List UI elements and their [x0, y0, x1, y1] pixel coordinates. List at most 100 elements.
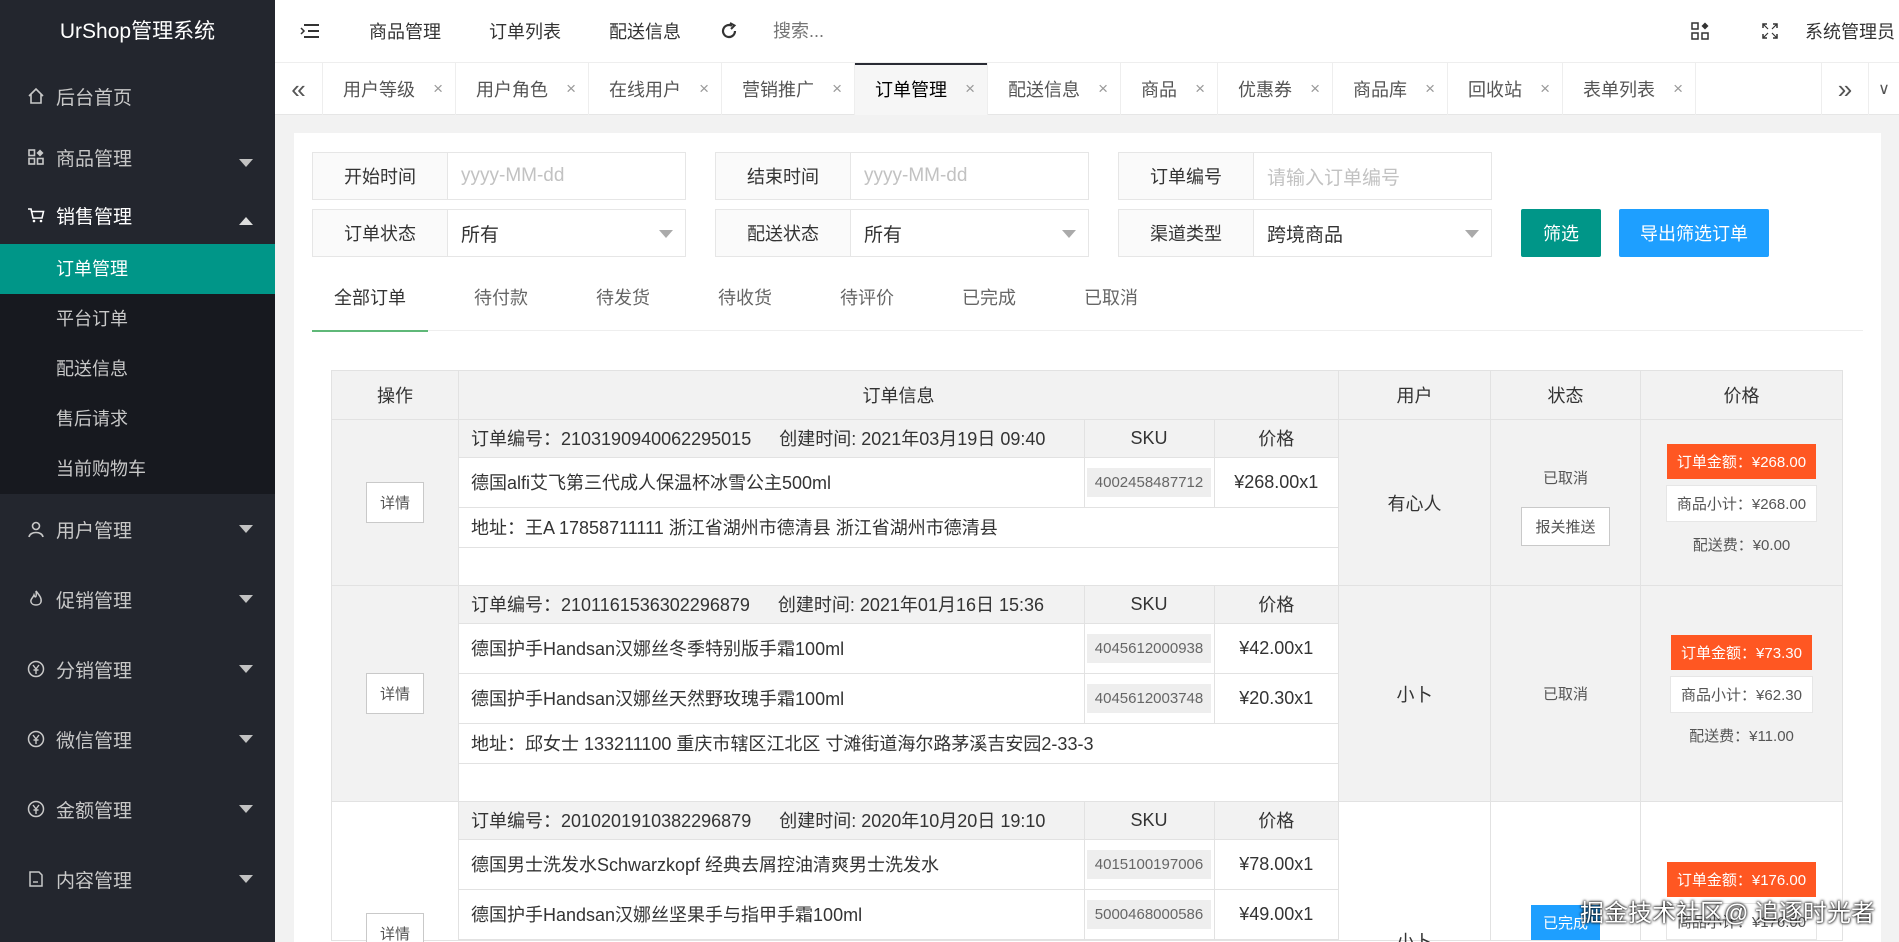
tabs-scroll-right-icon[interactable]: » — [1821, 63, 1869, 115]
product-name[interactable]: 德国护手Handsan汉娜丝冬季特别版手霜100ml — [459, 623, 1084, 674]
sku-cell: 4045612003748 — [1083, 673, 1214, 724]
order-status-select[interactable]: 所有 — [448, 210, 685, 256]
sidebar-item-content[interactable]: 内容管理 — [0, 844, 275, 914]
sidebar-subitem-current-cart[interactable]: 当前购物车 — [0, 444, 275, 494]
page-tabs: « 用户等级 × 用户角色 × 在线用户 × 营销推广 × 订单管理 × 配送信息 × 商品… — [275, 63, 1899, 115]
created-label: 创建时间: — [779, 811, 862, 832]
price-cell: 订单金额：¥73.30 商品小计：¥62.30 配送费：¥11.00 — [1640, 585, 1843, 802]
close-icon[interactable]: × — [1195, 79, 1205, 99]
detail-button[interactable]: 详情 — [365, 482, 424, 523]
sidebar-item-distribution[interactable]: 分销管理 — [0, 634, 275, 704]
order-info-cell: 订单编号：2103190940062295015 创建时间: 2021年03月19… — [458, 419, 1339, 586]
sidebar-subitem-order-management[interactable]: 订单管理 — [0, 244, 275, 294]
tab-label: 用户等级 — [343, 80, 415, 100]
filter-button[interactable]: 筛选 — [1521, 209, 1601, 257]
tab-delivery-info[interactable]: 配送信息 × — [988, 63, 1121, 115]
sidebar-subitem-delivery-info[interactable]: 配送信息 — [0, 344, 275, 394]
fullscreen-icon[interactable] — [1735, 0, 1805, 63]
tab-recycle-bin[interactable]: 回收站 × — [1448, 63, 1563, 115]
sidebar-item-products[interactable]: 商品管理 — [0, 128, 275, 186]
order-tab-cancelled[interactable]: 已取消 — [1062, 285, 1160, 331]
detail-button[interactable]: 详情 — [365, 912, 424, 942]
close-icon[interactable]: × — [699, 79, 709, 99]
close-icon[interactable]: × — [1098, 79, 1108, 99]
blank-cell — [459, 763, 1338, 801]
col-header-status: 状态 — [1490, 370, 1641, 420]
sidebar-item-promotions[interactable]: 促销管理 — [0, 564, 275, 634]
start-date-field: 开始时间 yyyy-MM-dd — [312, 152, 686, 200]
close-icon[interactable]: × — [1310, 79, 1320, 99]
current-user[interactable]: 系统管理员 — [1805, 18, 1899, 44]
filter-row-dates: 开始时间 yyyy-MM-dd 结束时间 yyyy-MM-dd 订单编号 请输入… — [312, 152, 1521, 200]
search-input[interactable] — [773, 20, 1153, 42]
channel-type-select[interactable]: 跨境商品 — [1254, 210, 1491, 256]
delivery-status-select[interactable]: 所有 — [851, 210, 1088, 256]
order-tab-all[interactable]: 全部订单 — [312, 285, 428, 332]
order-item-row: 德国护手Handsan汉娜丝冬季特别版手霜100ml 4045612000938… — [459, 623, 1338, 674]
sku-badge: 5000468000586 — [1086, 899, 1212, 929]
order-tab-pending-receipt[interactable]: 待收货 — [696, 285, 794, 331]
tab-online-users[interactable]: 在线用户 × — [589, 63, 722, 115]
tab-form-list[interactable]: 表单列表 × — [1563, 63, 1696, 115]
close-icon[interactable]: × — [1540, 79, 1550, 99]
close-icon[interactable]: × — [965, 79, 975, 99]
start-date-input[interactable]: yyyy-MM-dd — [448, 153, 685, 199]
close-icon[interactable]: × — [433, 79, 443, 99]
order-tab-pending-review[interactable]: 待评价 — [818, 285, 916, 331]
col-header-price: 价格 — [1640, 370, 1843, 420]
tab-products[interactable]: 商品 × — [1121, 63, 1218, 115]
close-icon[interactable]: × — [832, 79, 842, 99]
tab-product-library[interactable]: 商品库 × — [1333, 63, 1448, 115]
order-number: 2101161536302296879 — [561, 595, 750, 616]
close-icon[interactable]: × — [566, 79, 576, 99]
doc-icon — [26, 869, 46, 889]
product-name[interactable]: 德国护手Handsan汉娜丝坚果手与指甲手霜100ml — [459, 889, 1084, 940]
refresh-icon[interactable] — [705, 0, 753, 63]
order-tab-pending-payment[interactable]: 待付款 — [452, 285, 550, 331]
close-icon[interactable]: × — [1673, 79, 1683, 99]
order-info-table: 订单编号：2010201910382296879 创建时间: 2020年10月20… — [459, 802, 1338, 940]
sidebar-subitem-after-sales[interactable]: 售后请求 — [0, 394, 275, 444]
order-meta: 订单编号：2101161536302296879 创建时间: 2021年01月16… — [459, 586, 1084, 624]
product-name[interactable]: 德国alfi艾飞第三代成人保温杯冰雪公主500ml — [459, 457, 1084, 508]
tab-user-role[interactable]: 用户角色 × — [456, 63, 589, 115]
order-tab-completed[interactable]: 已完成 — [940, 285, 1038, 331]
detail-button[interactable]: 详情 — [365, 673, 424, 714]
order-tab-pending-shipment[interactable]: 待发货 — [574, 285, 672, 331]
order-number-input[interactable]: 请输入订单编号 — [1254, 153, 1491, 199]
created-time: 2021年01月16日 15:36 — [859, 595, 1045, 616]
tab-marketing[interactable]: 营销推广 × — [722, 63, 855, 115]
sku-cell: 4045612000938 — [1083, 623, 1214, 674]
tab-order-management[interactable]: 订单管理 × — [855, 63, 988, 115]
sidebar-item-sales[interactable]: 销售管理 — [0, 186, 275, 244]
end-date-field: 结束时间 yyyy-MM-dd — [715, 152, 1089, 200]
tabs-scroll-left-icon[interactable]: « — [275, 63, 323, 115]
order-header-row: 订单编号：2101161536302296879 创建时间: 2021年01月16… — [459, 586, 1338, 624]
sidebar-item-home[interactable]: 后台首页 — [0, 64, 275, 128]
tab-user-level[interactable]: 用户等级 × — [323, 63, 456, 115]
top-link-products[interactable]: 商品管理 — [345, 0, 465, 63]
export-filtered-orders-button[interactable]: 导出筛选订单 — [1619, 209, 1769, 257]
product-name[interactable]: 德国男士洗发水Schwarzkopf 经典去屑控油清爽男士洗发水 — [459, 839, 1084, 890]
sidebar-item-users[interactable]: 用户管理 — [0, 494, 275, 564]
product-name[interactable]: 德国护手Handsan汉娜丝天然野玫瑰手霜100ml — [459, 673, 1084, 724]
yen-icon — [26, 729, 46, 749]
home-icon — [26, 86, 46, 106]
sidebar-item-finance[interactable]: 金额管理 — [0, 774, 275, 844]
col-header-user: 用户 — [1338, 370, 1491, 420]
tab-coupons[interactable]: 优惠券 × — [1218, 63, 1333, 115]
top-link-orders[interactable]: 订单列表 — [465, 0, 585, 63]
status-badge: 已取消 — [1531, 676, 1599, 711]
tabs-menu-chevron-icon[interactable]: ∨ — [1869, 63, 1899, 115]
sku-badge: 4045612000938 — [1086, 633, 1212, 663]
sidebar-subitem-platform-orders[interactable]: 平台订单 — [0, 294, 275, 344]
menu-toggle-icon[interactable] — [275, 0, 345, 63]
end-date-input[interactable]: yyyy-MM-dd — [851, 153, 1088, 199]
tab-label: 用户角色 — [476, 80, 548, 100]
status-cell: 已取消 — [1490, 585, 1641, 802]
close-icon[interactable]: × — [1425, 79, 1435, 99]
customs-push-button[interactable]: 报关推送 — [1521, 506, 1610, 546]
top-link-delivery[interactable]: 配送信息 — [585, 0, 705, 63]
sidebar-item-wechat[interactable]: 微信管理 — [0, 704, 275, 774]
theme-icon[interactable] — [1665, 0, 1735, 63]
